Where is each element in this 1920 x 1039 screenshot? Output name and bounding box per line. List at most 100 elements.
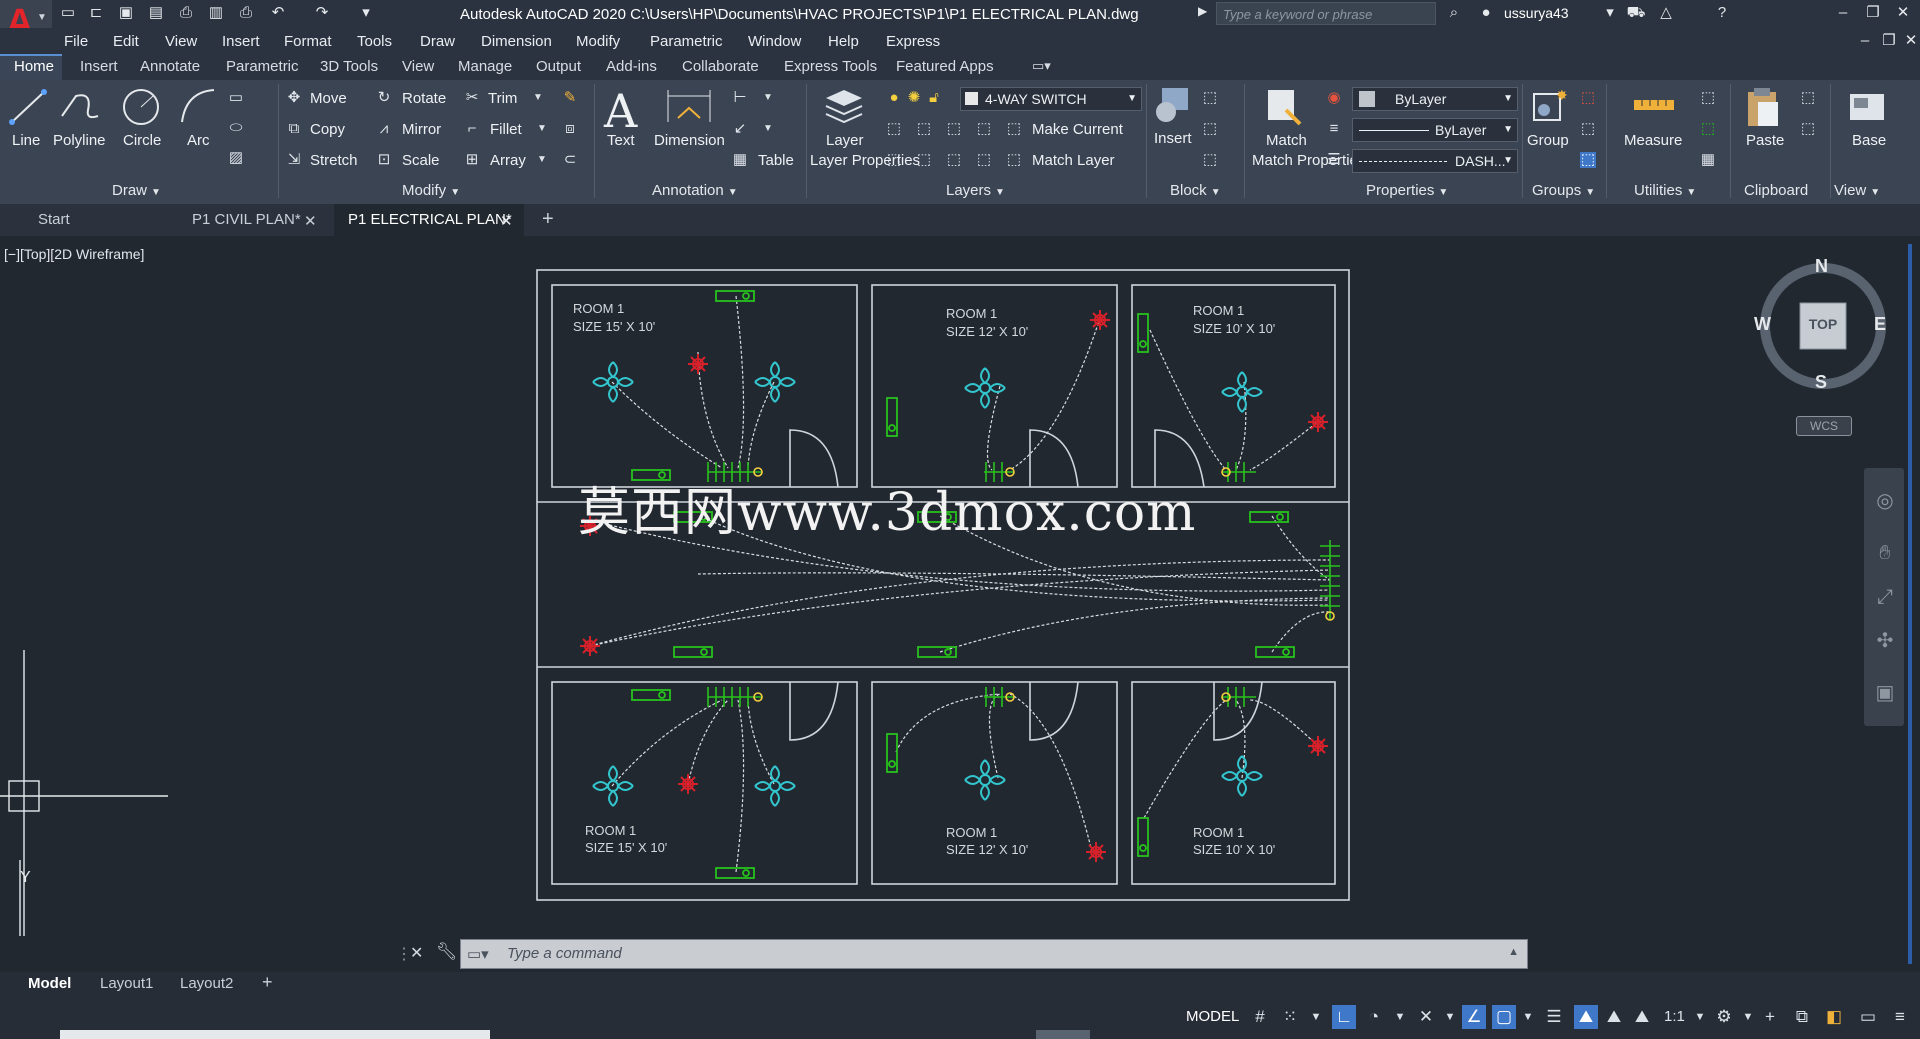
compass-west[interactable]: W (1754, 314, 1771, 335)
panel-title-block[interactable]: Block ▼ (1170, 182, 1221, 199)
scale-icon[interactable]: ⊡ (376, 152, 392, 168)
menu-modify[interactable]: Modify (576, 33, 620, 50)
mirror-button[interactable]: Mirror (402, 121, 441, 138)
object-snap-icon[interactable]: ▢ (1492, 1005, 1516, 1029)
tab-home[interactable]: Home (14, 58, 54, 75)
menu-parametric[interactable]: Parametric (650, 33, 723, 50)
array-button[interactable]: Array (490, 152, 526, 169)
new-tab-icon[interactable]: + (542, 208, 554, 231)
make-current-button[interactable]: Make Current (1032, 121, 1123, 138)
show-motion-icon[interactable]: ▣ (1872, 680, 1898, 706)
workspace-gear-icon[interactable]: ⚙ (1712, 1005, 1736, 1029)
wcs-menu-button[interactable]: WCS (1796, 416, 1852, 436)
trim-icon[interactable]: ✂ (464, 90, 480, 106)
user-name[interactable]: ussurya43 (1504, 5, 1569, 21)
layer-unlock-icon[interactable]: ⬚ (976, 152, 992, 168)
menu-file[interactable]: File (64, 33, 88, 50)
tab-annotate[interactable]: Annotate (140, 58, 200, 75)
array-icon[interactable]: ⊞ (464, 152, 480, 168)
panel-title-clipboard[interactable]: Clipboard (1744, 182, 1808, 199)
layer-lock-icon[interactable]: ⬚ (976, 121, 992, 137)
match-layer-icon[interactable]: ⬚ (1006, 152, 1022, 168)
tab-3d-tools[interactable]: 3D Tools (320, 58, 378, 75)
close-icon[interactable]: ✕ (1890, 2, 1916, 24)
move-button[interactable]: Move (310, 90, 347, 107)
multileader-icon[interactable]: ↙ (732, 121, 748, 137)
new-file-icon[interactable]: ▭ (58, 4, 78, 22)
chevron-down-icon[interactable]: ▼ (760, 121, 776, 137)
menu-view[interactable]: View (165, 33, 197, 50)
layer-properties-icon[interactable] (822, 86, 866, 128)
panel-title-layers[interactable]: Layers ▼ (946, 182, 1005, 199)
tab-insert[interactable]: Insert (80, 58, 118, 75)
panel-title-annotation[interactable]: Annotation ▼ (652, 182, 738, 199)
menu-dimension[interactable]: Dimension (481, 33, 552, 50)
menu-edit[interactable]: Edit (113, 33, 139, 50)
file-tab-start[interactable]: Start (24, 204, 174, 236)
fillet-icon[interactable]: ⌐ (464, 121, 480, 137)
quick-properties-icon[interactable]: ◧ (1822, 1005, 1846, 1029)
rectangle-icon[interactable]: ▭ (228, 90, 244, 106)
text-icon[interactable]: A (604, 84, 637, 138)
base-view-icon[interactable] (1846, 90, 1888, 126)
match-properties-icon[interactable] (1264, 86, 1304, 128)
chevron-down-icon[interactable]: ▼ (534, 152, 550, 168)
copy-icon[interactable]: ⧉ (286, 121, 302, 137)
paste-icon[interactable] (1744, 86, 1782, 130)
attribute-icon[interactable]: ⬚ (1202, 152, 1218, 168)
command-input[interactable]: Type a command (507, 945, 622, 962)
ortho-icon[interactable]: ∟ (1332, 1005, 1356, 1029)
group-selection-icon[interactable]: ⬚ (1580, 152, 1596, 168)
scale-button[interactable]: Scale (402, 152, 440, 169)
doc-close-icon[interactable]: ✕ (1898, 30, 1920, 52)
restore-icon[interactable]: ❐ (1860, 2, 1886, 24)
compass-north[interactable]: N (1815, 256, 1828, 277)
save-icon[interactable]: ▣ (116, 4, 136, 22)
stretch-icon[interactable]: ⇲ (286, 152, 302, 168)
layer-dropdown[interactable]: 4-WAY SWITCH ▼ (960, 87, 1142, 111)
menu-express[interactable]: Express (886, 33, 940, 50)
open-file-icon[interactable]: ⊏ (86, 4, 106, 22)
close-tab-icon[interactable]: ✕ (304, 212, 317, 230)
create-block-icon[interactable]: ⬚ (1202, 90, 1218, 106)
undo-icon[interactable]: ↶ (268, 4, 288, 22)
fillet-button[interactable]: Fillet (490, 121, 522, 138)
calculator-icon[interactable]: ▦ (1700, 152, 1716, 168)
compass-south[interactable]: S (1815, 372, 1827, 393)
panel-title-draw[interactable]: Draw ▼ (112, 182, 161, 199)
chevron-down-icon[interactable]: ▼ (1438, 1005, 1462, 1029)
panel-title-view[interactable]: View ▼ (1834, 182, 1880, 199)
layer-thaw-icon[interactable]: ⬚ (946, 152, 962, 168)
auto-scale-icon[interactable]: ⛰ (1602, 1005, 1626, 1029)
chevron-down-icon[interactable]: ▼ (1304, 1005, 1328, 1029)
redo-icon[interactable]: ↷ (312, 4, 332, 22)
command-expand-icon[interactable]: ▲ (1508, 946, 1519, 958)
color-dropdown[interactable]: ByLayer ▼ (1352, 87, 1518, 111)
measure-icon[interactable] (1632, 94, 1676, 116)
tab-express-tools[interactable]: Express Tools (784, 58, 877, 75)
polar-tracking-icon[interactable]: ◔ (1362, 1005, 1386, 1029)
steering-wheel-icon[interactable]: ◎ (1872, 488, 1898, 514)
lineweight-toggle-icon[interactable]: ☰ (1542, 1005, 1566, 1029)
match-layer-button[interactable]: Match Layer (1032, 152, 1115, 169)
units-icon[interactable]: ⧉ (1790, 1005, 1814, 1029)
annotation-visibility-icon[interactable]: ⛰ (1574, 1005, 1598, 1029)
command-history-icon[interactable]: ▭▾ (467, 945, 489, 963)
panel-title-modify[interactable]: Modify ▼ (402, 182, 460, 199)
annotation-scale-value[interactable]: 1:1 (1664, 1008, 1685, 1025)
quick-select-icon[interactable]: ⬚ (1700, 90, 1716, 106)
hatch-icon[interactable]: ▨ (228, 150, 244, 166)
tab-view[interactable]: View (402, 58, 434, 75)
polyline-icon[interactable] (58, 86, 102, 126)
cut-icon[interactable]: ⬚ (1800, 90, 1816, 106)
autodesk-a360-icon[interactable]: △ (1656, 4, 1676, 22)
command-close-icon[interactable]: ✕ (410, 943, 423, 963)
menu-insert[interactable]: Insert (222, 33, 260, 50)
pan-hand-icon[interactable]: ✋︎ (1872, 540, 1898, 566)
ellipse-icon[interactable]: ⬭ (228, 120, 244, 136)
dimension-icon[interactable] (664, 86, 714, 126)
menu-tools[interactable]: Tools (357, 33, 392, 50)
compass-east[interactable]: E (1874, 314, 1886, 335)
trim-button[interactable]: Trim (488, 90, 517, 107)
insert-block-icon[interactable] (1152, 84, 1192, 128)
